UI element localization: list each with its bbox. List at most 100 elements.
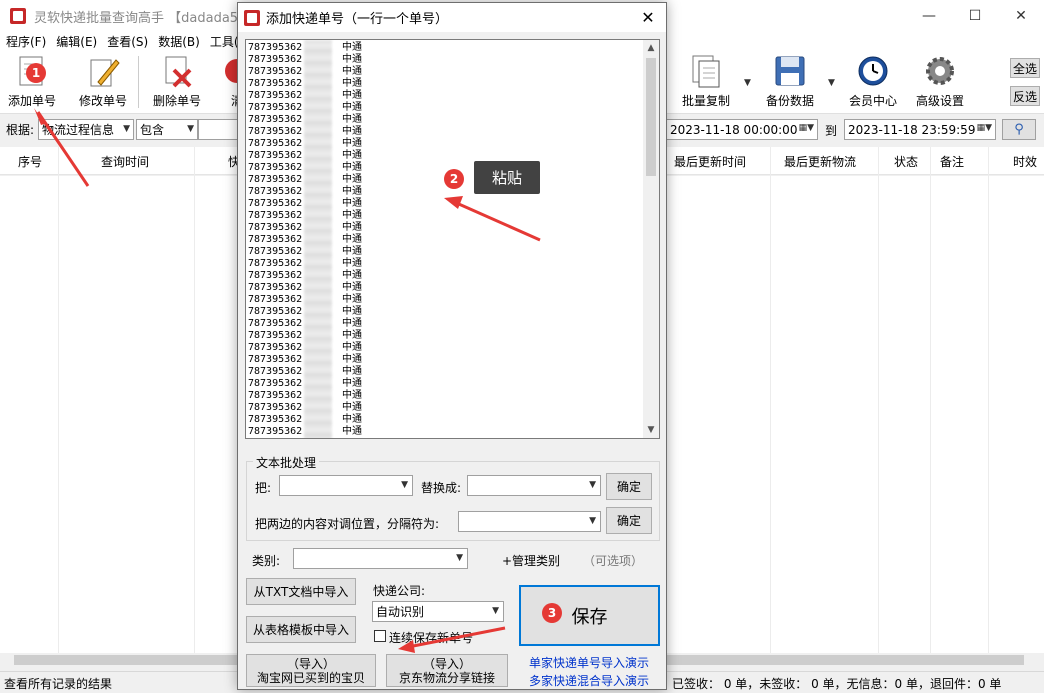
edit-pencil-icon <box>86 54 120 88</box>
tracking-number: 787395362 <box>248 270 303 281</box>
search-icon: ⚲ <box>1014 122 1024 137</box>
manage-category-link[interactable]: +管理类别 <box>502 552 560 569</box>
keyword-input[interactable] <box>198 119 238 140</box>
courier-name: 中通 <box>342 150 362 161</box>
courier-name: 中通 <box>342 54 362 65</box>
separator-combo[interactable]: ▼ <box>458 511 601 532</box>
menu-tools[interactable]: 工具( <box>210 33 239 50</box>
chevron-down-icon: ▼ <box>456 553 463 563</box>
import-jd-button[interactable]: （导入） 京东物流分享链接 <box>386 654 508 687</box>
courier-name: 中通 <box>342 174 362 185</box>
save-button[interactable]: 保存 <box>519 585 660 646</box>
replace-text-combo[interactable]: ▼ <box>467 475 601 496</box>
menu-edit[interactable]: 编辑(E) <box>56 33 97 50</box>
minimize-icon[interactable]: — <box>906 0 952 32</box>
batch-copy-button[interactable]: 批量复制 <box>682 54 730 109</box>
import-txt-button[interactable]: 从TXT文档中导入 <box>246 578 356 605</box>
backup-data-label: 备份数据 <box>766 94 815 108</box>
tracking-number: 787395362 <box>248 390 303 401</box>
match-mode-select[interactable]: 包含 ▼ <box>136 119 198 140</box>
basis-label: 根据: <box>6 123 35 137</box>
continuous-save-checkbox[interactable] <box>374 630 386 642</box>
courier-name: 中通 <box>342 414 362 425</box>
tracking-number: 787395362 <box>248 102 303 113</box>
text-batch-legend: 文本批处理 <box>253 454 320 471</box>
courier-name: 中通 <box>342 198 362 209</box>
search-button[interactable]: ⚲ <box>1002 119 1036 140</box>
backup-data-button[interactable]: 备份数据 <box>766 54 814 109</box>
basis-select[interactable]: 物流过程信息 ▼ <box>38 119 134 140</box>
col-index[interactable]: 序号 <box>18 153 42 170</box>
save-label: 保存 <box>571 606 608 628</box>
app-logo-icon <box>10 8 26 24</box>
category-combo[interactable]: ▼ <box>293 548 468 569</box>
import-jd-line1: （导入） <box>422 656 471 671</box>
close-icon[interactable]: ✕ <box>998 0 1044 32</box>
edit-number-button[interactable]: 修改单号 <box>79 54 127 109</box>
scrollbar-thumb[interactable] <box>646 58 656 176</box>
col-query-time[interactable]: 查询时间 <box>101 153 149 170</box>
col-last-update-time[interactable]: 最后更新时间 <box>674 153 746 170</box>
date-from-value: 2023-11-18 00:00:00 <box>670 122 798 137</box>
maximize-icon[interactable]: ☐ <box>952 0 998 32</box>
courier-name: 中通 <box>342 378 362 389</box>
date-to-picker[interactable]: 2023-11-18 23:59:59 ▦▼ <box>844 119 996 140</box>
tracking-number: 787395362 <box>248 318 303 329</box>
import-template-button[interactable]: 从表格模板中导入 <box>246 616 356 643</box>
courier-name: 中通 <box>342 354 362 365</box>
single-import-demo-link[interactable]: 单家快递单号导入演示 <box>529 654 649 671</box>
category-label: 类别: <box>252 554 281 568</box>
courier-name: 中通 <box>342 318 362 329</box>
menu-program[interactable]: 程序(F) <box>6 33 46 50</box>
menu-data[interactable]: 数据(B) <box>158 33 200 50</box>
courier-name: 中通 <box>342 78 362 89</box>
select-all-button[interactable]: 全选 <box>1010 58 1040 78</box>
col-status[interactable]: 状态 <box>894 153 918 170</box>
chevron-down-icon: ▼ <box>123 124 130 134</box>
replace-confirm-button[interactable]: 确定 <box>606 473 652 500</box>
batch-copy-dropdown-icon[interactable]: ▼ <box>744 78 751 88</box>
courier-label: 快递公司: <box>373 584 426 598</box>
clock-icon <box>856 54 890 88</box>
date-from-picker[interactable]: 2023-11-18 00:00:00 ▦▼ <box>666 119 818 140</box>
scroll-up-icon[interactable]: ▲ <box>643 40 659 56</box>
vertical-scrollbar[interactable]: ▲ ▼ <box>643 40 659 438</box>
backup-dropdown-icon[interactable]: ▼ <box>828 78 835 88</box>
col-timeliness[interactable]: 时效 <box>1013 153 1037 170</box>
status-left-text: 查看所有记录的结果 <box>4 677 113 691</box>
grid-column-divider <box>988 147 989 657</box>
scroll-down-icon[interactable]: ▼ <box>643 422 659 438</box>
import-taobao-button[interactable]: （导入） 淘宝网已买到的宝贝 <box>246 654 376 687</box>
invert-selection-button[interactable]: 反选 <box>1010 86 1040 106</box>
find-text-combo[interactable]: ▼ <box>279 475 413 496</box>
courier-name: 中通 <box>342 426 362 437</box>
tracking-number: 787395362 <box>248 138 303 149</box>
col-remarks[interactable]: 备注 <box>940 153 964 170</box>
tracking-number: 787395362 <box>248 414 303 425</box>
import-jd-line2: 京东物流分享链接 <box>398 670 495 685</box>
swap-confirm-button[interactable]: 确定 <box>606 507 652 534</box>
chevron-down-icon: ▼ <box>187 124 194 134</box>
tracking-number: 787395362 <box>248 342 303 353</box>
delete-icon <box>160 54 194 88</box>
tracking-number: 787395362 <box>248 42 303 53</box>
advanced-settings-button[interactable]: 高级设置 <box>916 54 964 109</box>
member-center-button[interactable]: 会员中心 <box>849 54 897 109</box>
tracking-numbers-textarea[interactable]: 787395362 中通 787395362 中通 787395362 中通 7873953… <box>245 39 660 439</box>
tracking-number: 787395362 <box>248 54 303 65</box>
tracking-number: 787395362 <box>248 174 303 185</box>
courier-name: 中通 <box>342 126 362 137</box>
delete-number-button[interactable]: 删除单号 <box>153 54 201 109</box>
courier-name: 中通 <box>342 102 362 113</box>
courier-name: 中通 <box>342 390 362 401</box>
step-1-badge: 1 <box>26 63 46 83</box>
courier-select[interactable]: 自动识别 ▼ <box>372 601 504 622</box>
tracking-number: 787395362 <box>248 198 303 209</box>
col-last-update-logistics[interactable]: 最后更新物流 <box>784 153 856 170</box>
tracking-number: 787395362 <box>248 126 303 137</box>
dialog-close-icon[interactable]: ✕ <box>636 6 660 28</box>
grid-column-divider <box>194 147 195 657</box>
courier-name: 中通 <box>342 162 362 173</box>
multi-import-demo-link[interactable]: 多家快递混合导入演示 <box>529 672 649 689</box>
menu-view[interactable]: 查看(S) <box>107 33 148 50</box>
